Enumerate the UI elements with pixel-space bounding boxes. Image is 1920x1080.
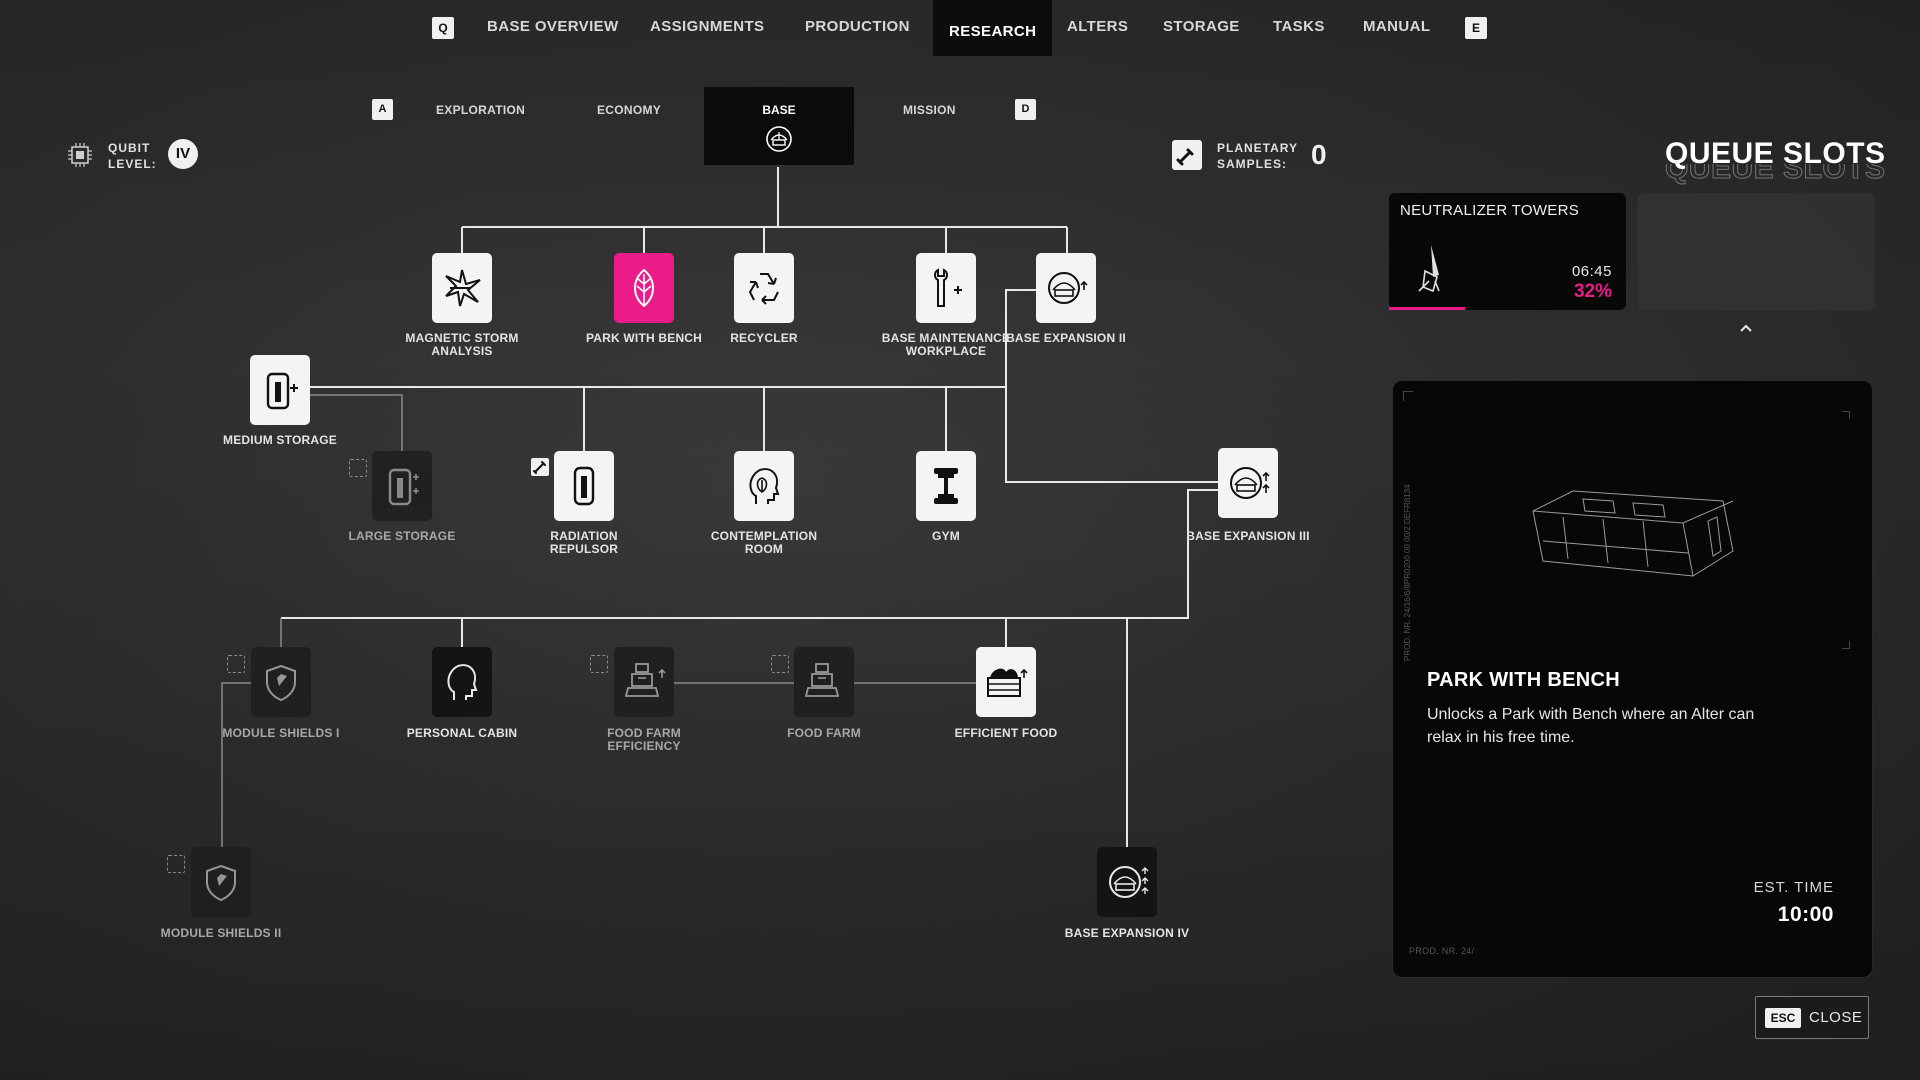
label-gym: GYM bbox=[932, 529, 960, 543]
food-farm-checkbox[interactable] bbox=[771, 655, 789, 673]
large-storage-checkbox[interactable] bbox=[349, 459, 367, 477]
label-base-expansion-2: BASE EXPANSION II bbox=[1006, 331, 1126, 345]
detail-description: Unlocks a Park with Bench where an Alter… bbox=[1427, 706, 1755, 746]
queue-slot-progress-bar bbox=[1389, 307, 1465, 310]
label-radiation-repulsor: RADIATION REPULSOR bbox=[549, 529, 619, 556]
shield-icon bbox=[206, 864, 236, 902]
nav-next-key[interactable]: E bbox=[1465, 17, 1487, 39]
neutralizer-tower-icon bbox=[1418, 245, 1440, 293]
node-base-maintenance-workplace[interactable] bbox=[916, 253, 976, 323]
module-shields-2-checkbox[interactable] bbox=[167, 855, 185, 873]
base-dome-up-icon bbox=[1048, 272, 1088, 304]
queue-slot-name: NEUTRALIZER TOWERS bbox=[1400, 202, 1580, 219]
frame-corner bbox=[1403, 391, 1413, 401]
label-base-maintenance-workplace: BASE MAINTENANCE WORKPLACE bbox=[881, 331, 1011, 358]
dumbbell-icon bbox=[934, 468, 958, 504]
base-dome-up-icon bbox=[1230, 467, 1270, 499]
node-gym[interactable] bbox=[916, 451, 976, 521]
prod-serial-bottom: PROD. NR. 24/ bbox=[1409, 946, 1475, 956]
label-magnetic-storm-analysis: MAGNETIC STORM ANALYSIS bbox=[405, 331, 519, 358]
est-time-label: EST. TIME bbox=[1753, 879, 1834, 896]
label-medium-storage: MEDIUM STORAGE bbox=[223, 433, 337, 447]
close-button[interactable]: ESC CLOSE bbox=[1755, 996, 1869, 1039]
label-personal-cabin: PERSONAL CABIN bbox=[406, 726, 518, 740]
node-magnetic-storm-analysis[interactable] bbox=[432, 253, 492, 323]
label-base-expansion-3: BASE EXPANSION III bbox=[1186, 529, 1310, 543]
node-efficient-food[interactable] bbox=[976, 647, 1036, 717]
node-park-with-bench[interactable] bbox=[614, 253, 674, 323]
node-base-expansion-3[interactable] bbox=[1218, 448, 1278, 518]
label-park-with-bench: PARK WITH BENCH bbox=[585, 331, 703, 345]
storage-canister-icon bbox=[266, 372, 298, 410]
node-base-expansion-2[interactable] bbox=[1036, 253, 1096, 323]
chevron-up-icon[interactable] bbox=[1738, 322, 1754, 334]
research-detail-panel: PROD. NR. 24/16/6/8PR0200 00 00/2 DEFR81… bbox=[1392, 380, 1873, 978]
park-with-bench-wireframe bbox=[1532, 490, 1734, 577]
label-efficient-food: EFFICIENT FOOD bbox=[954, 726, 1058, 740]
wrench-icon bbox=[934, 268, 962, 307]
label-module-shields-1: MODULE SHIELDS I bbox=[222, 726, 340, 740]
node-food-farm[interactable] bbox=[794, 647, 854, 717]
node-personal-cabin[interactable] bbox=[432, 647, 492, 717]
base-dome-up-icon bbox=[1109, 866, 1149, 898]
node-recycler[interactable] bbox=[734, 253, 794, 323]
queue-slot-1[interactable]: NEUTRALIZER TOWERS 06:45 32% bbox=[1389, 193, 1626, 310]
close-label: CLOSE bbox=[1809, 1009, 1863, 1026]
detail-title: PARK WITH BENCH bbox=[1427, 669, 1621, 691]
label-contemplation-room: CONTEMPLATION ROOM bbox=[710, 529, 818, 556]
node-base-expansion-4[interactable] bbox=[1097, 847, 1157, 917]
frame-corner bbox=[1842, 411, 1850, 419]
queue-slot-percent: 32% bbox=[1573, 281, 1612, 302]
prod-serial-vertical: PROD. NR. 24/16/6/8PR0200 00 00/2 DEFR81… bbox=[1403, 484, 1412, 661]
leaf-icon bbox=[634, 268, 654, 308]
recycle-icon bbox=[748, 273, 779, 305]
head-icon bbox=[447, 664, 478, 700]
node-medium-storage[interactable] bbox=[250, 355, 310, 425]
node-large-storage[interactable] bbox=[372, 451, 432, 521]
food-farm-icon bbox=[624, 663, 666, 697]
pencil-icon bbox=[531, 458, 549, 476]
label-module-shields-2: MODULE SHIELDS II bbox=[160, 926, 282, 940]
label-recycler: RECYCLER bbox=[730, 331, 798, 345]
module-shields-1-checkbox[interactable] bbox=[227, 655, 245, 673]
node-radiation-repulsor[interactable] bbox=[554, 451, 614, 521]
est-time-value: 10:00 bbox=[1777, 903, 1834, 926]
food-crate-icon bbox=[987, 668, 1028, 697]
repulsor-tube-icon bbox=[573, 466, 595, 506]
queue-title: QUEUE SLOTS bbox=[1665, 137, 1886, 170]
node-food-farm-efficiency[interactable] bbox=[614, 647, 674, 717]
label-base-expansion-4: BASE EXPANSION IV bbox=[1064, 926, 1190, 940]
node-contemplation-room[interactable] bbox=[734, 451, 794, 521]
magnetic-storm-icon bbox=[445, 269, 481, 307]
queue-slot-time: 06:45 bbox=[1571, 263, 1612, 280]
node-module-shields-2[interactable] bbox=[191, 847, 251, 917]
frame-corner bbox=[1842, 641, 1850, 649]
node-module-shields-1[interactable] bbox=[251, 647, 311, 717]
label-large-storage: LARGE STORAGE bbox=[348, 529, 456, 543]
food-farm-efficiency-checkbox[interactable] bbox=[590, 655, 608, 673]
label-food-farm: FOOD FARM bbox=[787, 726, 861, 740]
esc-keycap: ESC bbox=[1765, 1008, 1801, 1028]
head-leaf-icon bbox=[749, 468, 780, 504]
tab-manual[interactable]: MANUAL bbox=[1363, 18, 1430, 35]
shield-icon bbox=[266, 664, 296, 702]
food-farm-icon bbox=[804, 663, 840, 697]
label-food-farm-efficiency: FOOD FARM EFFICIENCY bbox=[607, 726, 681, 753]
queue-slot-2-empty[interactable] bbox=[1638, 193, 1875, 310]
storage-canister-icon bbox=[388, 468, 419, 506]
